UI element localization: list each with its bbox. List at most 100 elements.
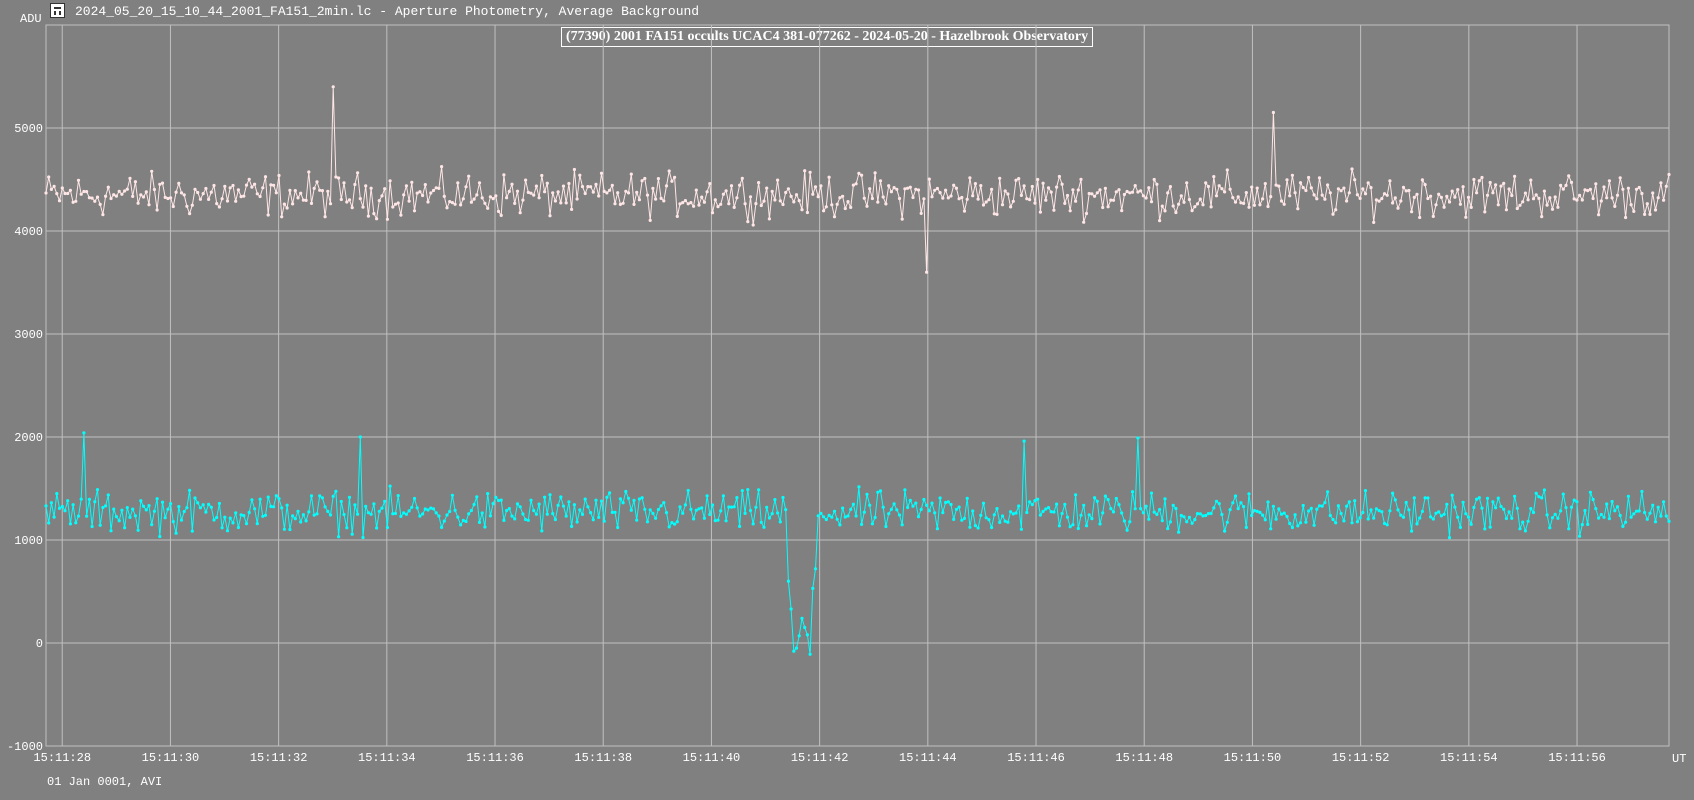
- data-point: [1610, 499, 1614, 504]
- data-point: [987, 198, 991, 202]
- data-point: [591, 190, 595, 194]
- data-point: [150, 169, 154, 173]
- data-point: [63, 509, 67, 513]
- data-point: [255, 192, 259, 196]
- data-point: [76, 178, 81, 182]
- data-point: [944, 188, 948, 192]
- data-point: [794, 646, 799, 650]
- data-point: [591, 518, 595, 522]
- data-point: [1036, 177, 1040, 182]
- data-point: [778, 199, 782, 203]
- data-point: [217, 205, 221, 209]
- x-tick-label: 15:11:30: [142, 751, 200, 765]
- data-point: [851, 502, 856, 506]
- data-point: [1591, 497, 1595, 502]
- data-point: [358, 435, 362, 439]
- x-tick-label: 15:11:34: [358, 751, 416, 765]
- data-point: [1114, 190, 1118, 194]
- data-point: [681, 511, 685, 515]
- data-point: [136, 201, 140, 205]
- data-point: [819, 184, 823, 188]
- data-point: [824, 517, 828, 522]
- data-point: [272, 505, 276, 509]
- data-point: [1084, 211, 1089, 216]
- data-point: [44, 504, 48, 508]
- data-point: [979, 184, 983, 188]
- data-point: [1277, 507, 1281, 511]
- y-tick-label: 2000: [14, 431, 43, 445]
- data-point: [372, 502, 376, 506]
- data-point: [1534, 193, 1538, 197]
- data-point: [1385, 523, 1389, 527]
- data-point: [1326, 183, 1330, 187]
- data-point: [1271, 110, 1275, 115]
- data-point: [1369, 508, 1373, 512]
- data-point: [1247, 205, 1251, 209]
- data-point: [935, 527, 940, 531]
- data-point: [412, 209, 417, 213]
- data-point: [524, 178, 528, 182]
- data-point: [1399, 513, 1403, 517]
- data-point: [1513, 494, 1517, 498]
- data-point: [553, 199, 558, 203]
- data-point: [1453, 195, 1457, 199]
- data-point: [583, 191, 587, 196]
- data-point: [1466, 515, 1471, 519]
- data-point: [1366, 517, 1370, 521]
- data-point: [193, 187, 197, 191]
- data-point: [358, 197, 362, 201]
- data-point: [55, 492, 59, 496]
- data-point: [1363, 192, 1368, 196]
- data-point: [1388, 509, 1392, 513]
- data-point: [551, 191, 555, 195]
- data-point: [626, 191, 631, 195]
- series-line-comparison: [45, 86, 1670, 273]
- data-point: [903, 488, 907, 492]
- data-point: [713, 519, 717, 523]
- data-point: [1643, 212, 1647, 216]
- data-point: [440, 165, 444, 169]
- data-point: [1502, 507, 1506, 511]
- data-point: [68, 188, 72, 192]
- x-tick-label: 15:11:28: [33, 751, 91, 765]
- data-point: [1626, 494, 1630, 498]
- data-point: [1044, 507, 1048, 511]
- data-point: [1561, 187, 1565, 191]
- data-point: [762, 525, 766, 529]
- data-point: [106, 493, 110, 497]
- data-point: [258, 194, 262, 199]
- data-point: [112, 507, 116, 511]
- data-point: [1350, 167, 1354, 171]
- data-point: [995, 507, 999, 511]
- data-point: [309, 201, 314, 205]
- data-point: [469, 200, 473, 204]
- data-point: [1323, 501, 1327, 505]
- data-point: [1041, 181, 1045, 185]
- data-point: [469, 508, 473, 513]
- data-point: [342, 181, 346, 185]
- data-point: [1152, 510, 1156, 514]
- data-point: [383, 187, 387, 191]
- data-point: [862, 510, 866, 514]
- data-point: [55, 192, 59, 196]
- data-point: [1445, 502, 1449, 506]
- data-point: [269, 504, 273, 509]
- data-point: [1477, 179, 1481, 183]
- data-point: [139, 499, 143, 503]
- data-point: [1591, 196, 1595, 201]
- data-point: [1407, 508, 1411, 512]
- data-point: [486, 492, 490, 496]
- data-point: [207, 502, 211, 506]
- data-point: [548, 493, 552, 497]
- data-point: [293, 189, 297, 193]
- data-point: [288, 527, 292, 532]
- data-point: [1431, 517, 1435, 521]
- x-tick-label: 15:11:42: [791, 751, 849, 765]
- data-point: [1285, 514, 1289, 519]
- data-point: [166, 507, 170, 511]
- data-point: [1160, 519, 1164, 523]
- data-point: [1618, 513, 1622, 518]
- data-point: [543, 495, 547, 499]
- data-point: [1019, 527, 1024, 531]
- data-point: [1480, 175, 1484, 180]
